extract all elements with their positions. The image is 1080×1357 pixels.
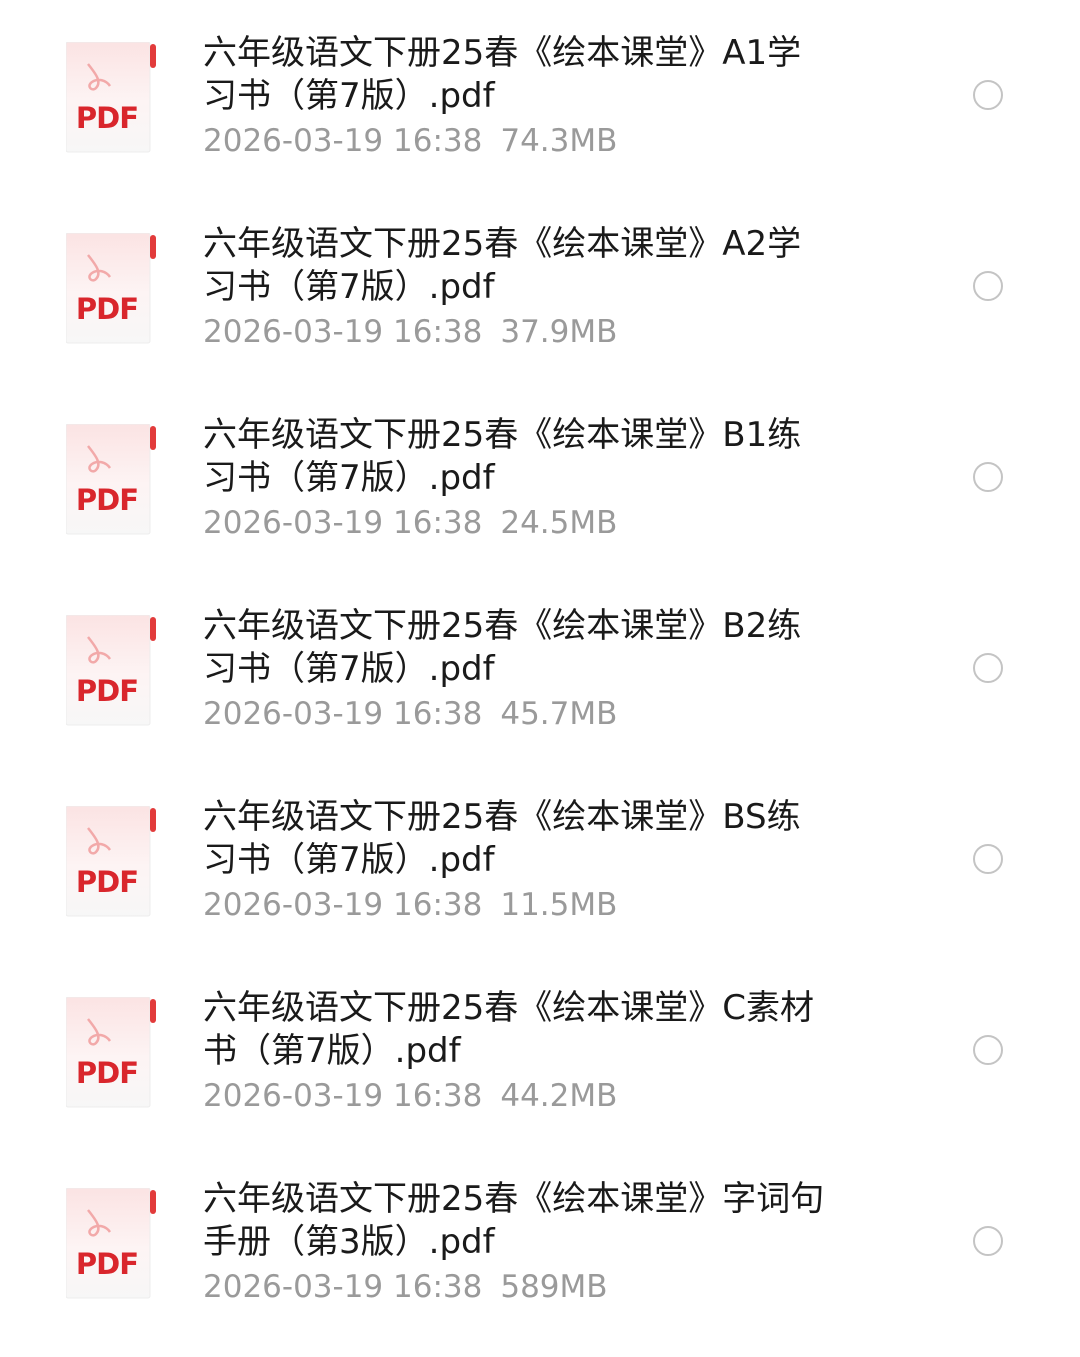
pdf-file-icon: PDF	[66, 806, 158, 918]
file-date: 2026-03-19 16:38	[203, 1269, 483, 1305]
file-row[interactable]: PDF 六年级语文下册25春《绘本课堂》B1练 习书（第7版）.pdf 2026…	[0, 402, 1080, 593]
file-meta: 2026-03-19 16:38 37.9MB	[203, 313, 617, 351]
file-row[interactable]: PDF 六年级语文下册25春《绘本课堂》A1学 习书（第7版）.pdf 2026…	[0, 20, 1080, 211]
file-date: 2026-03-19 16:38	[203, 887, 483, 923]
pdf-icon-label: PDF	[75, 101, 139, 135]
pdf-file-icon: PDF	[66, 42, 158, 154]
pdf-file-icon: PDF	[66, 424, 158, 536]
file-name: 六年级语文下册25春《绘本课堂》B1练 习书（第7版）.pdf	[203, 415, 802, 498]
file-name: 六年级语文下册25春《绘本课堂》BS练 习书（第7版）.pdf	[203, 797, 801, 880]
file-name: 六年级语文下册25春《绘本课堂》C素材 书（第7版）.pdf	[203, 988, 815, 1071]
file-meta: 2026-03-19 16:38 74.3MB	[203, 122, 617, 160]
file-date: 2026-03-19 16:38	[203, 1078, 483, 1114]
pdf-icon-label: PDF	[75, 865, 139, 899]
file-date: 2026-03-19 16:38	[203, 314, 483, 350]
file-size: 11.5MB	[500, 887, 618, 923]
pdf-file-icon: PDF	[66, 615, 158, 727]
file-size: 45.7MB	[500, 696, 618, 732]
select-radio[interactable]	[973, 844, 1003, 874]
file-size: 589MB	[500, 1269, 608, 1305]
select-radio[interactable]	[973, 271, 1003, 301]
file-name: 六年级语文下册25春《绘本课堂》A1学 习书（第7版）.pdf	[203, 33, 802, 116]
pdf-icon-label: PDF	[75, 483, 139, 517]
pdf-file-icon: PDF	[66, 997, 158, 1109]
pdf-icon-label: PDF	[75, 674, 139, 708]
file-meta: 2026-03-19 16:38 45.7MB	[203, 695, 617, 733]
select-radio[interactable]	[973, 1226, 1003, 1256]
pdf-icon-label: PDF	[75, 1056, 139, 1090]
file-date: 2026-03-19 16:38	[203, 505, 483, 541]
file-list: PDF 六年级语文下册25春《绘本课堂》A1学 习书（第7版）.pdf 2026…	[0, 0, 1080, 1332]
select-radio[interactable]	[973, 1035, 1003, 1065]
file-row[interactable]: PDF 六年级语文下册25春《绘本课堂》B2练 习书（第7版）.pdf 2026…	[0, 593, 1080, 784]
file-row[interactable]: PDF 六年级语文下册25春《绘本课堂》A2学 习书（第7版）.pdf 2026…	[0, 211, 1080, 402]
select-radio[interactable]	[973, 462, 1003, 492]
file-name: 六年级语文下册25春《绘本课堂》字词句 手册（第3版）.pdf	[203, 1179, 825, 1262]
pdf-file-icon: PDF	[66, 233, 158, 345]
file-row[interactable]: PDF 六年级语文下册25春《绘本课堂》字词句 手册（第3版）.pdf 2026…	[0, 1166, 1080, 1357]
pdf-icon-label: PDF	[75, 1247, 139, 1281]
select-radio[interactable]	[973, 80, 1003, 110]
file-meta: 2026-03-19 16:38 24.5MB	[203, 504, 617, 542]
file-meta: 2026-03-19 16:38 589MB	[203, 1268, 608, 1306]
file-name: 六年级语文下册25春《绘本课堂》A2学 习书（第7版）.pdf	[203, 224, 802, 307]
file-date: 2026-03-19 16:38	[203, 123, 483, 159]
file-size: 44.2MB	[500, 1078, 618, 1114]
file-date: 2026-03-19 16:38	[203, 696, 483, 732]
select-radio[interactable]	[973, 653, 1003, 683]
pdf-file-icon: PDF	[66, 1188, 158, 1300]
file-size: 74.3MB	[500, 123, 618, 159]
file-row[interactable]: PDF 六年级语文下册25春《绘本课堂》C素材 书（第7版）.pdf 2026-…	[0, 975, 1080, 1166]
file-row[interactable]: PDF 六年级语文下册25春《绘本课堂》BS练 习书（第7版）.pdf 2026…	[0, 784, 1080, 975]
pdf-icon-label: PDF	[75, 292, 139, 326]
file-name: 六年级语文下册25春《绘本课堂》B2练 习书（第7版）.pdf	[203, 606, 802, 689]
file-meta: 2026-03-19 16:38 11.5MB	[203, 886, 617, 924]
file-size: 24.5MB	[500, 505, 618, 541]
file-size: 37.9MB	[500, 314, 618, 350]
file-meta: 2026-03-19 16:38 44.2MB	[203, 1077, 617, 1115]
